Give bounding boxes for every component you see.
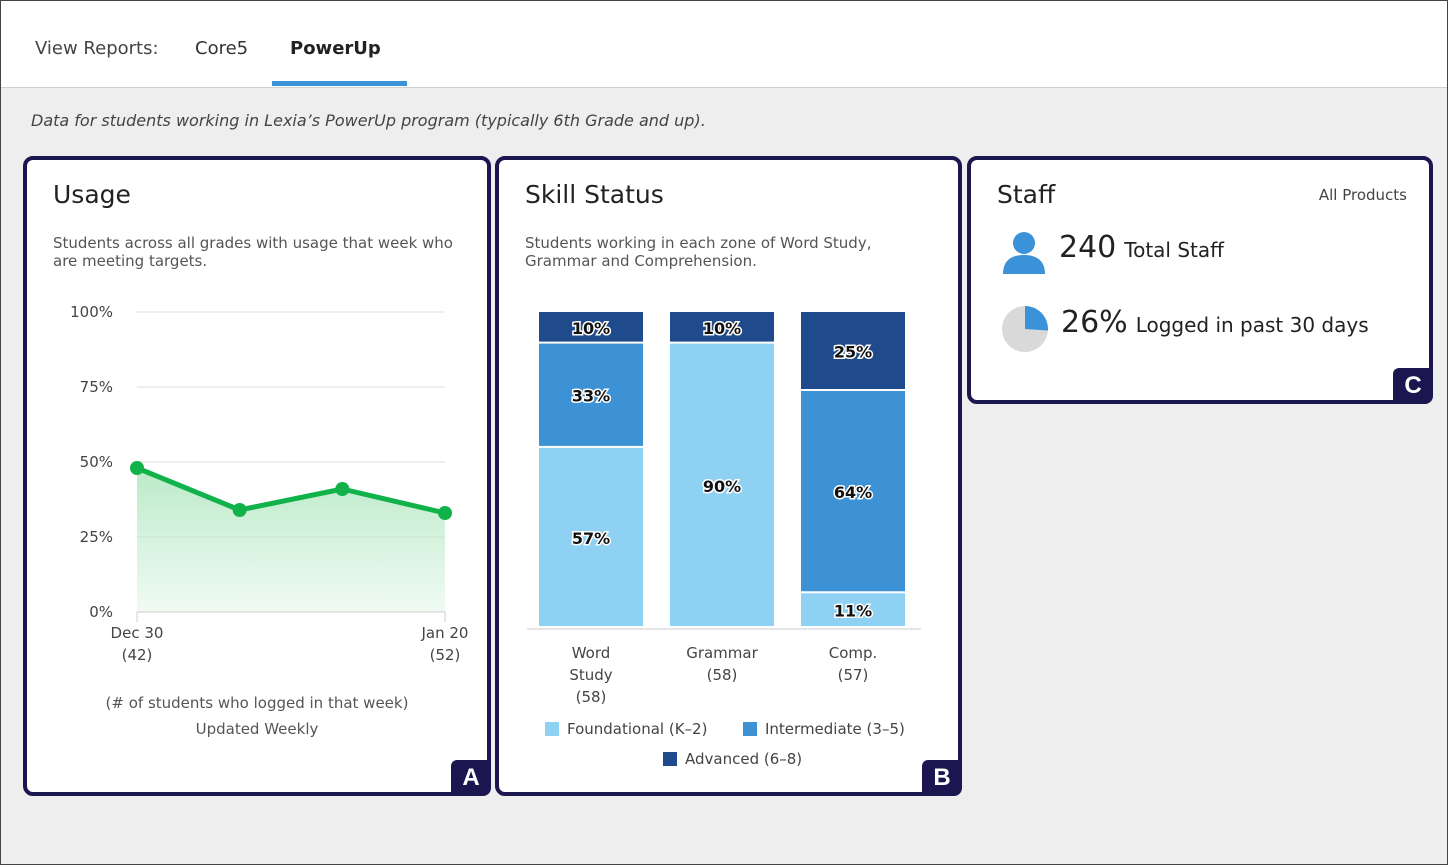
legend-label: Intermediate (3–5) — [765, 720, 905, 738]
legend-swatch — [545, 722, 559, 736]
program-description: Data for students working in Lexia’s Pow… — [31, 111, 706, 130]
pie-icon — [1002, 306, 1048, 352]
staff-card[interactable]: Staff All Products 240 Total Staff 26% L… — [967, 156, 1433, 404]
bar-data-label: 10% — [703, 319, 741, 338]
skill-status-card[interactable]: Skill Status Students working in each zo… — [495, 156, 962, 796]
legend-label: Advanced (6–8) — [685, 750, 803, 768]
bar-data-label: 33% — [572, 387, 610, 406]
logged-in-row: 26% Logged in past 30 days — [1001, 305, 1369, 353]
report-nav: View Reports: Core5 PowerUp — [1, 1, 1447, 88]
usage-chart: 100% 75% 50% 25% 0% Dec 30 (42) Jan 20 (52) — [70, 303, 469, 664]
usage-footer-note: (# of students who logged in that week) — [105, 694, 409, 712]
usage-subtitle: Students across all grades with usage th… — [53, 234, 453, 270]
category-count: (58) — [707, 666, 738, 684]
usage-card[interactable]: Usage Students across all grades with us… — [23, 156, 491, 796]
skill-status-subtitle: Students working in each zone of Word St… — [525, 234, 872, 270]
logged-in-label: Logged in past 30 days — [1135, 313, 1369, 337]
category-label: Word — [572, 644, 611, 662]
category-count: (57) — [838, 666, 869, 684]
legend-foundational: Foundational (K–2) — [545, 720, 707, 738]
staff-scope: All Products — [1318, 186, 1407, 204]
usage-title: Usage — [53, 180, 131, 209]
category-count: (58) — [576, 688, 607, 706]
bar-data-label: 57% — [572, 529, 610, 548]
category-label: Comp. — [829, 644, 878, 662]
legend-label: Foundational (K–2) — [567, 720, 708, 738]
badge-c: C — [1393, 368, 1433, 404]
usage-update-frequency: Updated Weekly — [195, 720, 319, 738]
usage-point[interactable] — [335, 482, 350, 496]
y-tick-label: 100% — [70, 303, 113, 321]
usage-point[interactable] — [438, 506, 452, 520]
category-label: Grammar — [686, 644, 758, 662]
logged-in-value: 26% — [1061, 305, 1128, 340]
total-staff-row: 240 Total Staff — [1001, 230, 1224, 274]
view-reports-label: View Reports: — [35, 38, 159, 59]
x-tick-label: Dec 30 — [111, 624, 164, 642]
skill-chart: 57% 33% 10% Word Study (58) 90% 10% Grammar (58) 1… — [527, 312, 921, 706]
total-staff-label: Total Staff — [1124, 238, 1224, 262]
bar-data-label: 64% — [834, 483, 872, 502]
badge-b: B — [922, 760, 962, 796]
bar-data-label: 10% — [572, 319, 610, 338]
staff-title: Staff — [997, 180, 1056, 209]
legend-swatch — [743, 722, 757, 736]
bar-data-label: 11% — [834, 602, 872, 621]
tab-core5[interactable]: Core5 — [195, 38, 248, 59]
bar-data-label: 90% — [703, 477, 741, 496]
y-tick-label: 75% — [80, 378, 113, 396]
tab-powerup[interactable]: PowerUp — [290, 38, 381, 59]
pie-slice — [1025, 306, 1048, 331]
y-tick-label: 0% — [89, 603, 113, 621]
usage-point[interactable] — [130, 461, 144, 475]
usage-point[interactable] — [232, 503, 247, 517]
y-tick-label: 25% — [80, 528, 113, 546]
category-label: Study — [569, 666, 612, 684]
active-tab-indicator — [272, 81, 407, 86]
y-tick-label: 50% — [80, 453, 113, 471]
x-tick-count: (42) — [122, 646, 153, 664]
bar-data-label: 25% — [834, 343, 872, 362]
badge-a: A — [451, 760, 491, 796]
x-tick-label: Jan 20 — [421, 624, 469, 642]
total-staff-value: 240 — [1059, 230, 1117, 265]
legend-swatch — [663, 752, 677, 766]
legend-advanced: Advanced (6–8) — [663, 750, 802, 768]
skill-status-title: Skill Status — [525, 180, 664, 209]
page-frame: View Reports: Core5 PowerUp Data for stu… — [0, 0, 1448, 865]
x-tick-count: (52) — [430, 646, 461, 664]
legend-intermediate: Intermediate (3–5) — [743, 720, 905, 738]
person-icon — [1003, 232, 1045, 274]
